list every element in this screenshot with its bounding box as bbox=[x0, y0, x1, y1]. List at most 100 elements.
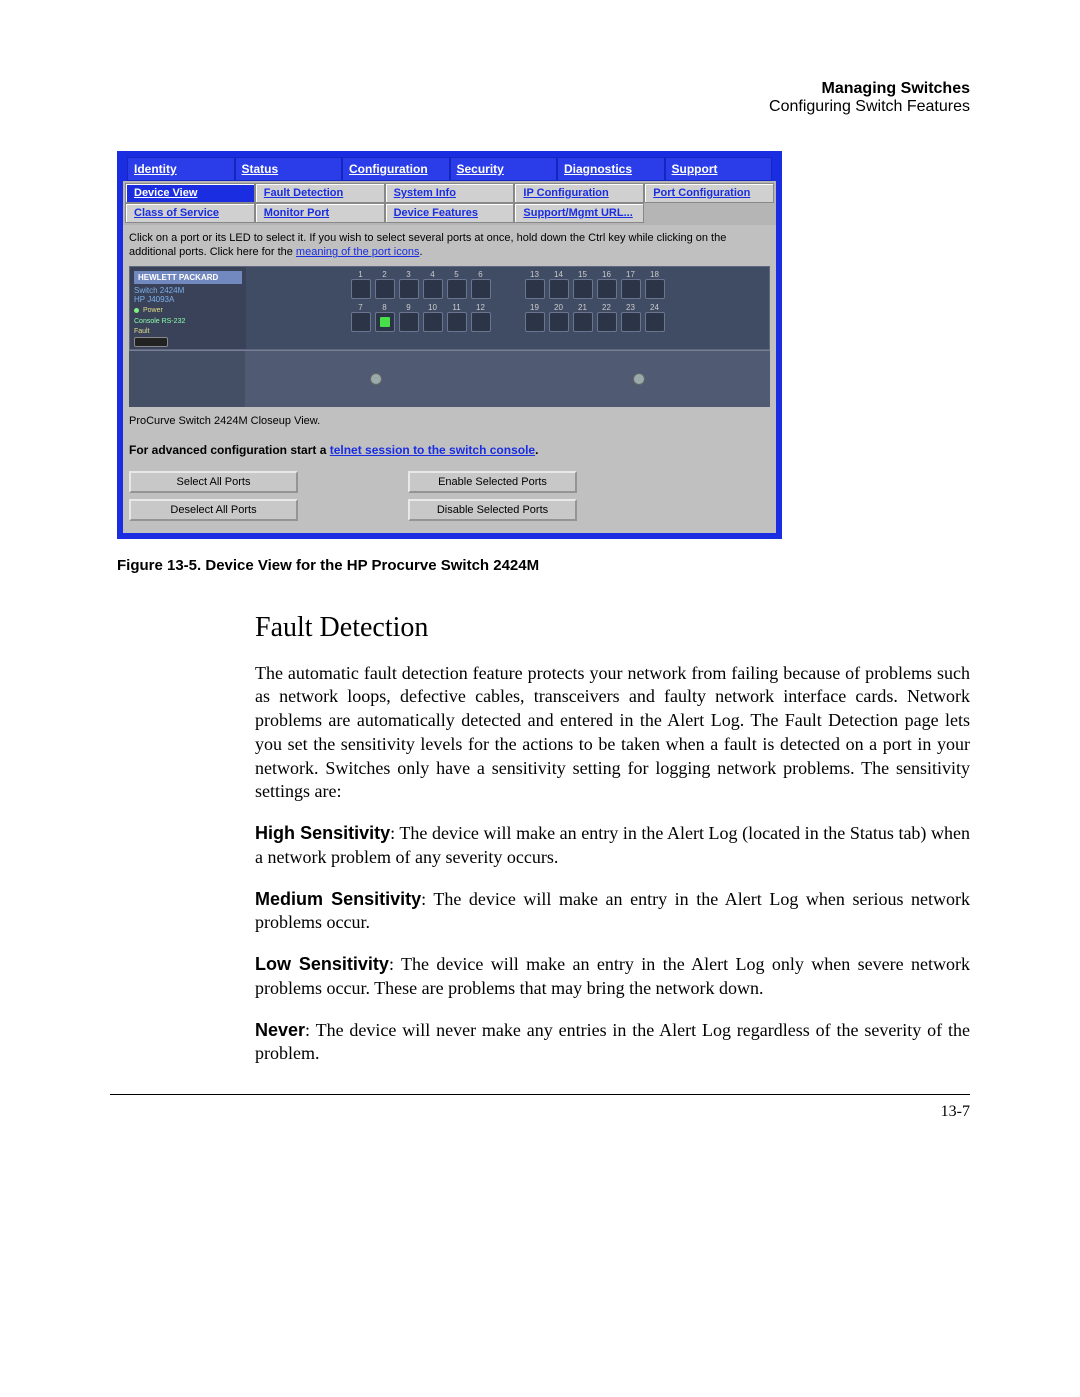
port-num: 10 bbox=[428, 303, 437, 312]
button-row-1: Select All Ports Enable Selected Ports bbox=[129, 471, 770, 493]
telnet-post: . bbox=[535, 443, 538, 457]
port-1[interactable] bbox=[351, 279, 371, 299]
led-dot-icon bbox=[134, 308, 139, 313]
port-20[interactable] bbox=[549, 312, 569, 332]
telnet-line: For advanced configuration start a telne… bbox=[129, 443, 770, 457]
port-num: 24 bbox=[650, 303, 659, 312]
port-14[interactable] bbox=[549, 279, 569, 299]
port-num: 11 bbox=[452, 303, 460, 312]
port-num: 15 bbox=[578, 270, 587, 279]
port-18[interactable] bbox=[645, 279, 665, 299]
port-3[interactable] bbox=[399, 279, 419, 299]
med-label: Medium Sensitivity bbox=[255, 889, 421, 909]
port-num: 3 bbox=[406, 270, 410, 279]
tab-configuration[interactable]: Configuration bbox=[342, 157, 450, 181]
subtab-class-of-service[interactable]: Class of Service bbox=[125, 203, 255, 223]
port-num: 23 bbox=[626, 303, 635, 312]
port-21[interactable] bbox=[573, 312, 593, 332]
switch-lower-left bbox=[129, 351, 245, 407]
subtab-monitor-port[interactable]: Monitor Port bbox=[255, 203, 385, 223]
closeup-caption: ProCurve Switch 2424M Closeup View. bbox=[129, 415, 770, 427]
header-title: Managing Switches bbox=[110, 80, 970, 98]
page-header: Managing Switches Configuring Switch Fea… bbox=[110, 80, 970, 116]
port-19[interactable] bbox=[525, 312, 545, 332]
figure-caption: Figure 13-5. Device View for the HP Proc… bbox=[117, 557, 970, 574]
switch-lower bbox=[129, 350, 770, 407]
port-num: 1 bbox=[358, 270, 362, 279]
content-pane: Click on a port or its LED to select it.… bbox=[123, 225, 776, 533]
instruction-text: Click on a port or its LED to select it.… bbox=[129, 231, 770, 260]
port-24[interactable] bbox=[645, 312, 665, 332]
port-16[interactable] bbox=[597, 279, 617, 299]
port-num: 8 bbox=[382, 303, 386, 312]
model-line1: Switch 2424M bbox=[134, 286, 242, 295]
port-23[interactable] bbox=[621, 312, 641, 332]
console-port-icon bbox=[134, 337, 168, 347]
switch-faceplate: HEWLETT PACKARD Switch 2424M HP J4093A P… bbox=[130, 267, 246, 349]
port-17[interactable] bbox=[621, 279, 641, 299]
telnet-link[interactable]: telnet session to the switch console bbox=[330, 443, 535, 457]
header-subtitle: Configuring Switch Features bbox=[110, 98, 970, 116]
port-num: 17 bbox=[626, 270, 635, 279]
never-text: : The device will never make any entries… bbox=[255, 1020, 970, 1064]
top-tab-bar: Identity Status Configuration Security D… bbox=[123, 157, 776, 181]
body-column: Fault Detection The automatic fault dete… bbox=[255, 612, 970, 1067]
port-2[interactable] bbox=[375, 279, 395, 299]
port-12[interactable] bbox=[471, 312, 491, 332]
port-22[interactable] bbox=[597, 312, 617, 332]
port-num: 4 bbox=[430, 270, 434, 279]
para-intro: The automatic fault detection feature pr… bbox=[255, 662, 970, 805]
tab-status[interactable]: Status bbox=[235, 157, 343, 181]
button-row-2: Deselect All Ports Disable Selected Port… bbox=[129, 499, 770, 521]
port-4[interactable] bbox=[423, 279, 443, 299]
port-num: 18 bbox=[650, 270, 659, 279]
port-9[interactable] bbox=[399, 312, 419, 332]
port-num: 14 bbox=[554, 270, 563, 279]
port-num: 21 bbox=[578, 303, 587, 312]
screenshot-device-view: Identity Status Configuration Security D… bbox=[117, 151, 782, 539]
port-num: 20 bbox=[554, 303, 563, 312]
port-num: 13 bbox=[530, 270, 539, 279]
telnet-pre: For advanced configuration start a bbox=[129, 443, 330, 457]
subtab-support-mgmt-url[interactable]: Support/Mgmt URL... bbox=[514, 203, 644, 223]
port-11[interactable] bbox=[447, 312, 467, 332]
instruction-pre: Click on a port or its LED to select it.… bbox=[129, 232, 726, 258]
port-num: 9 bbox=[406, 303, 410, 312]
switch-lower-right bbox=[245, 351, 770, 407]
module-led-b-icon bbox=[633, 373, 645, 385]
enable-selected-ports-button[interactable]: Enable Selected Ports bbox=[408, 471, 577, 493]
port-num: 16 bbox=[602, 270, 611, 279]
select-all-ports-button[interactable]: Select All Ports bbox=[129, 471, 298, 493]
port-num: 12 bbox=[476, 303, 485, 312]
never-label: Never bbox=[255, 1020, 305, 1040]
subtab-fault-detection[interactable]: Fault Detection bbox=[255, 183, 385, 203]
subtab-device-features[interactable]: Device Features bbox=[385, 203, 515, 223]
port-icons-link[interactable]: meaning of the port icons bbox=[296, 246, 420, 258]
subtab-port-configuration[interactable]: Port Configuration bbox=[644, 183, 774, 203]
instruction-post: . bbox=[419, 246, 422, 258]
port-8[interactable] bbox=[375, 312, 395, 332]
hp-logo: HEWLETT PACKARD bbox=[134, 271, 242, 284]
port-10[interactable] bbox=[423, 312, 443, 332]
tab-identity[interactable]: Identity bbox=[127, 157, 235, 181]
port-num: 6 bbox=[478, 270, 482, 279]
tab-diagnostics[interactable]: Diagnostics bbox=[557, 157, 665, 181]
fault-led: Fault bbox=[134, 328, 242, 335]
port-13[interactable] bbox=[525, 279, 545, 299]
deselect-all-ports-button[interactable]: Deselect All Ports bbox=[129, 499, 298, 521]
console-label: Console RS-232 bbox=[134, 318, 242, 325]
para-never: Never: The device will never make any en… bbox=[255, 1019, 970, 1067]
tab-security[interactable]: Security bbox=[450, 157, 558, 181]
disable-selected-ports-button[interactable]: Disable Selected Ports bbox=[408, 499, 577, 521]
port-num: 2 bbox=[382, 270, 386, 279]
port-6[interactable] bbox=[471, 279, 491, 299]
subtab-ip-configuration[interactable]: IP Configuration bbox=[514, 183, 644, 203]
port-5[interactable] bbox=[447, 279, 467, 299]
subtab-device-view[interactable]: Device View bbox=[125, 183, 255, 203]
port-7[interactable] bbox=[351, 312, 371, 332]
high-label: High Sensitivity bbox=[255, 823, 390, 843]
tab-support[interactable]: Support bbox=[665, 157, 773, 181]
para-high: High Sensitivity: The device will make a… bbox=[255, 822, 970, 870]
port-15[interactable] bbox=[573, 279, 593, 299]
subtab-system-info[interactable]: System Info bbox=[385, 183, 515, 203]
